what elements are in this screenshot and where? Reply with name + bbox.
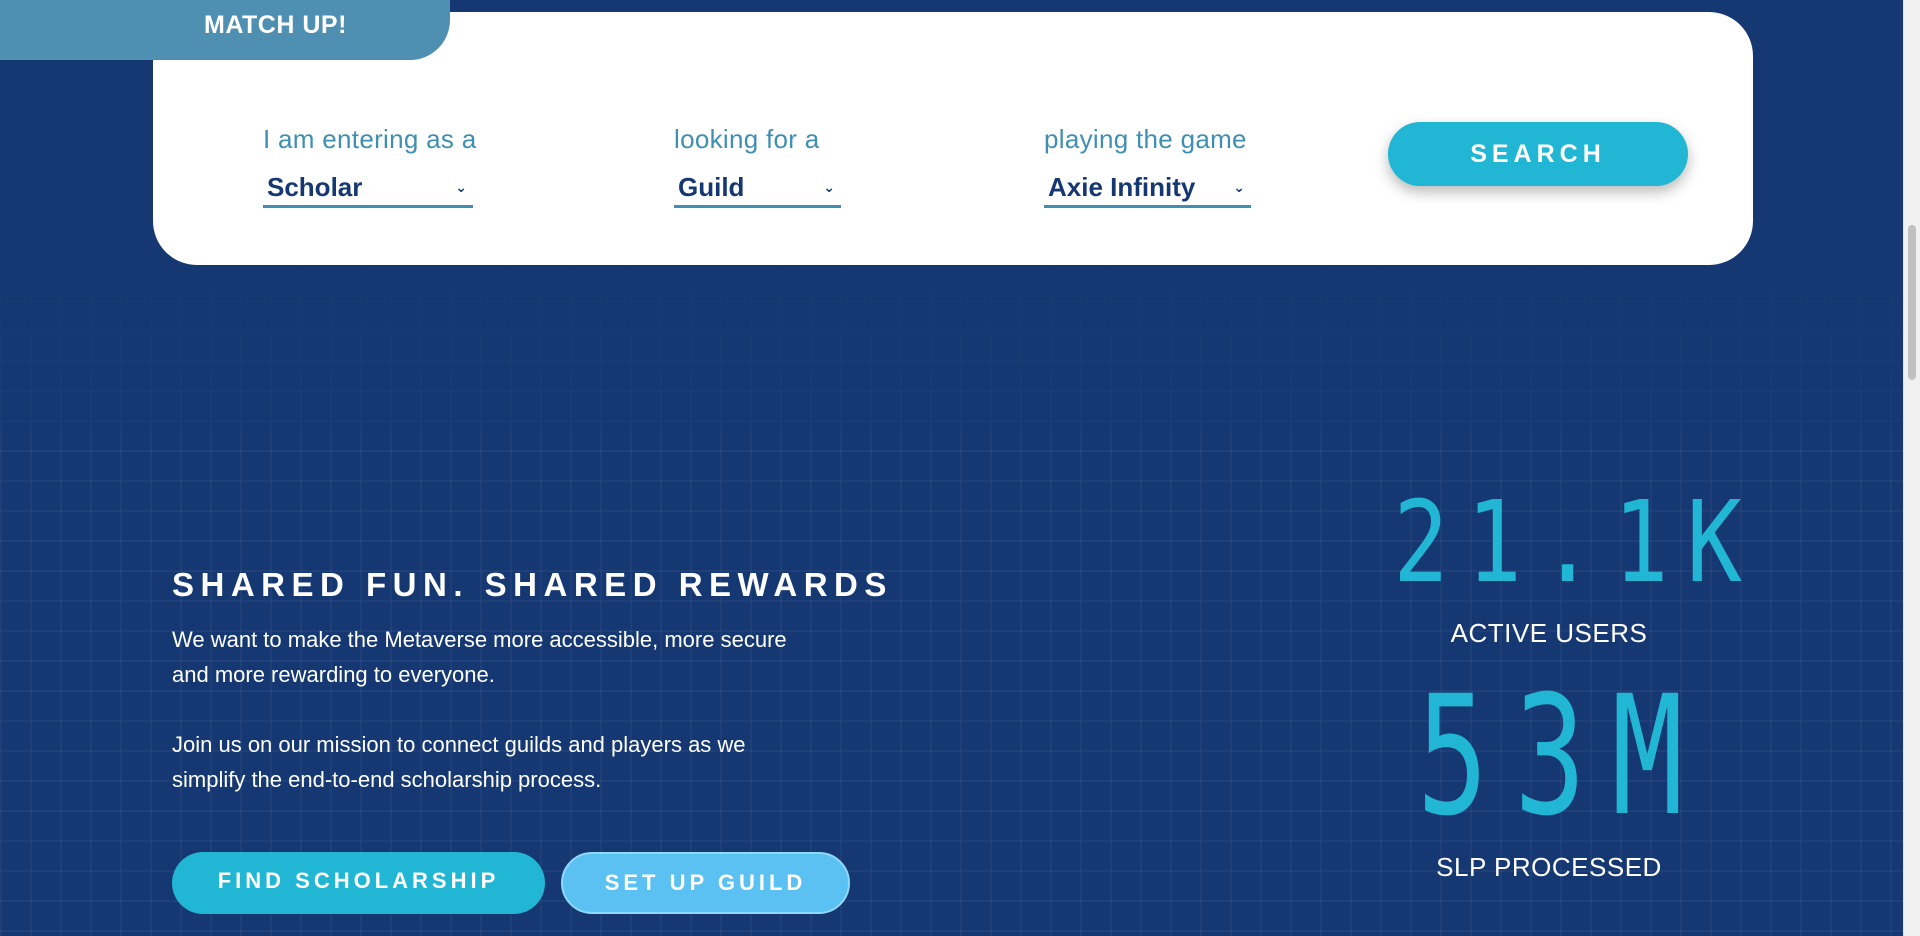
- target-select[interactable]: Guild ⌄: [674, 169, 841, 208]
- scrollbar-thumb[interactable]: [1908, 225, 1916, 380]
- role-field: I am entering as a Scholar ⌄: [263, 124, 477, 208]
- role-value: Scholar: [267, 171, 363, 202]
- target-label: looking for a: [674, 124, 820, 154]
- game-field: playing the game Axie Infinity ⌄: [1044, 124, 1251, 208]
- match-up-tab: MATCH UP!: [0, 0, 450, 60]
- role-label: I am entering as a: [263, 124, 477, 154]
- game-label: playing the game: [1044, 124, 1247, 154]
- role-select[interactable]: Scholar ⌄: [263, 169, 473, 208]
- hero-title: SHARED FUN. SHARED REWARDS: [172, 566, 893, 603]
- scrollbar[interactable]: [1903, 0, 1920, 936]
- chevron-down-icon: ⌄: [823, 178, 835, 195]
- slp-processed-label: SLP PROCESSED: [1436, 852, 1662, 882]
- active-users-label: ACTIVE USERS: [1450, 618, 1648, 648]
- active-users-value: 21.1K: [1393, 478, 1760, 608]
- match-up-title: MATCH UP!: [204, 11, 347, 39]
- target-field: looking for a Guild ⌄: [674, 124, 841, 208]
- find-scholarship-button[interactable]: FIND SCHOLARSHIP: [172, 852, 545, 914]
- chevron-down-icon: ⌄: [1233, 178, 1245, 195]
- chevron-down-icon: ⌄: [455, 178, 467, 195]
- search-button[interactable]: SEARCH: [1388, 122, 1688, 186]
- game-select[interactable]: Axie Infinity ⌄: [1044, 169, 1251, 208]
- set-up-guild-button[interactable]: SET UP GUILD: [561, 852, 850, 914]
- game-value: Axie Infinity: [1048, 171, 1196, 202]
- slp-processed-value: 53M: [1416, 660, 1710, 852]
- page: MATCH UP! I am entering as a Scholar ⌄ l…: [0, 0, 1903, 936]
- hero-paragraph-2: Join us on our mission to connect guilds…: [172, 732, 746, 792]
- hero-paragraph-1: We want to make the Metaverse more acces…: [172, 627, 787, 687]
- target-value: Guild: [678, 171, 745, 202]
